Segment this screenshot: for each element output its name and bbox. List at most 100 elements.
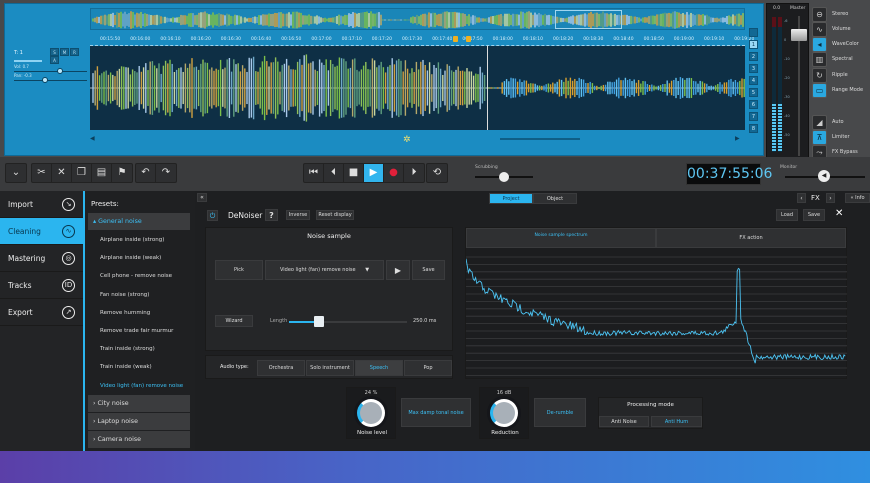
nav-item-export[interactable]: Export ↗ [0, 299, 83, 326]
playhead[interactable] [487, 46, 488, 130]
paste-icon[interactable]: ▤ [92, 164, 112, 182]
anti-noise-button[interactable]: Anti Noise [599, 416, 649, 427]
inverse-button[interactable]: Inverse [286, 210, 310, 220]
track-buttons: S M R A [49, 48, 88, 64]
loop-icon[interactable]: ⟲ [427, 164, 447, 182]
preset-group[interactable]: › Camera noise [88, 430, 190, 448]
preset-group[interactable]: › City noise [88, 394, 190, 412]
horizontal-scrollbar[interactable]: ◀ ▶ [90, 132, 745, 146]
track-number-button[interactable]: 8 [749, 124, 758, 133]
scrollbar-thumb[interactable] [500, 138, 580, 140]
anti-hum-button[interactable]: Anti Hum [651, 416, 702, 427]
reduction-knob[interactable] [490, 399, 518, 427]
audio-type-solo-instrument[interactable]: Solo instrument [306, 360, 354, 376]
preset-item[interactable]: Train inside (strong) [85, 340, 195, 358]
preset-item[interactable]: Airplane inside (weak) [85, 249, 195, 267]
preset-item[interactable]: Cell phone - remove noise [85, 267, 195, 285]
marker-icon[interactable] [466, 36, 471, 42]
preset-dropdown[interactable]: Video light (fan) remove noise ▼ [265, 260, 384, 280]
skip-start-icon[interactable]: ⏮ [304, 164, 324, 182]
speaker-icon[interactable]: ◀ [818, 170, 830, 182]
automation-button[interactable]: A [50, 56, 59, 64]
copy-icon[interactable]: ❐ [72, 164, 92, 182]
preset-item[interactable]: Video light (fan) remove noise [85, 377, 195, 395]
next-marker-icon[interactable]: ⏵ [404, 164, 424, 182]
mastering-icon: ◎ [62, 251, 75, 265]
overview-view-range[interactable] [555, 10, 622, 29]
de-rumble-button[interactable]: De-rumble [534, 398, 586, 427]
max-damp-tonal-noise-button[interactable]: Max damp tonal noise [401, 398, 471, 427]
master-fader-handle[interactable] [791, 29, 807, 41]
preset-group-general-noise[interactable]: ▴ General noise [88, 213, 190, 230]
view-button-range-mode[interactable]: ▭ Range Mode [812, 81, 870, 99]
record-icon[interactable]: ● [384, 164, 404, 182]
wizard-button[interactable]: Wizard [215, 315, 253, 327]
collapse-icon[interactable]: ⌄ [6, 164, 26, 182]
length-slider[interactable] [289, 321, 407, 323]
preset-item[interactable]: Train inside (weak) [85, 358, 195, 376]
delete-icon[interactable]: ✕ [52, 164, 72, 182]
redo-icon[interactable]: ↷ [156, 164, 176, 182]
fx-next-icon[interactable]: › [826, 193, 835, 203]
flag-icon[interactable]: ⚑ [112, 164, 132, 182]
track-number-button[interactable]: 1 [749, 40, 758, 49]
length-slider-handle[interactable] [314, 316, 324, 327]
track-number-button[interactable]: 4 [749, 76, 758, 85]
noise-level-knob[interactable] [357, 399, 385, 427]
nav-item-import[interactable]: Import ↘ [0, 191, 83, 218]
power-icon[interactable]: ⏻ [207, 210, 218, 221]
scroll-left-icon[interactable]: ◀ [90, 135, 95, 142]
tab-noise-sample-spectrum[interactable]: Noise sample spectrum [466, 228, 656, 248]
audio-type-orchestra[interactable]: Orchestra [257, 360, 305, 376]
track-number-button[interactable]: 3 [749, 64, 758, 73]
preset-group[interactable]: › Laptop noise [88, 412, 190, 430]
preset-item[interactable]: Airplane inside (strong) [85, 231, 195, 249]
track-number-button[interactable]: 2 [749, 52, 758, 61]
undo-icon[interactable]: ↶ [136, 164, 156, 182]
previous-marker-icon[interactable]: ⏴ [324, 164, 344, 182]
collapse-left-icon[interactable]: « [197, 193, 207, 202]
audio-type-speech[interactable]: Speech [355, 360, 403, 376]
reduction-value: 16 dB [496, 390, 512, 396]
save-sample-button[interactable]: Save [412, 260, 445, 280]
solo-button[interactable]: S [50, 48, 59, 56]
volume-slider-handle[interactable] [57, 68, 63, 74]
track-number-button[interactable]: 7 [749, 112, 758, 121]
preset-item[interactable]: Remove humming [85, 304, 195, 322]
stop-icon[interactable]: ■ [344, 164, 364, 182]
waveform-view[interactable] [90, 46, 745, 130]
tab-fx-action[interactable]: FX action [656, 228, 846, 248]
timeline-ruler[interactable]: 00:15:50 00:16:00 00:16:10 00:16:20 00:16:30… [90, 34, 754, 46]
load-button[interactable]: Load [776, 209, 798, 221]
tab-project[interactable]: Project [489, 193, 533, 204]
fx-previous-icon[interactable]: ‹ [797, 193, 806, 203]
overview-strip[interactable] [90, 8, 745, 30]
play-sample-icon[interactable]: ▶ [386, 260, 410, 280]
preset-item[interactable]: Fan noise (strong) [85, 286, 195, 304]
scrubbing-handle[interactable] [499, 172, 509, 182]
scissors-icon[interactable]: ✂ [32, 164, 52, 182]
nav-item-tracks[interactable]: Tracks ID [0, 272, 83, 299]
track-number-button[interactable]: 5 [749, 88, 758, 97]
track-list-icon[interactable] [749, 28, 758, 37]
info-button[interactable]: « Info [845, 193, 870, 203]
nav-item-mastering[interactable]: Mastering ◎ [0, 245, 83, 272]
play-icon[interactable]: ▶ [364, 164, 384, 182]
pick-button[interactable]: Pick [215, 260, 263, 280]
scroll-right-icon[interactable]: ▶ [735, 135, 740, 142]
nav-item-cleaning[interactable]: Cleaning ∿ [0, 218, 83, 245]
pan-slider-handle[interactable] [42, 77, 48, 83]
volume-slider[interactable] [14, 71, 87, 72]
tab-object[interactable]: Object [533, 193, 577, 204]
close-icon[interactable]: ✕ [835, 208, 843, 219]
save-button[interactable]: Save [803, 209, 825, 221]
marker-icon[interactable] [453, 36, 458, 42]
record-arm-button[interactable]: R [70, 48, 79, 56]
preset-item[interactable]: Remove trade fair murmur [85, 322, 195, 340]
mute-button[interactable]: M [60, 48, 69, 56]
track-number-button[interactable]: 6 [749, 100, 758, 109]
reset-display-button[interactable]: Reset display [316, 210, 354, 220]
audio-type-pop[interactable]: Pop [404, 360, 452, 376]
pan-slider[interactable] [14, 80, 87, 81]
help-button[interactable]: ? [265, 209, 278, 221]
